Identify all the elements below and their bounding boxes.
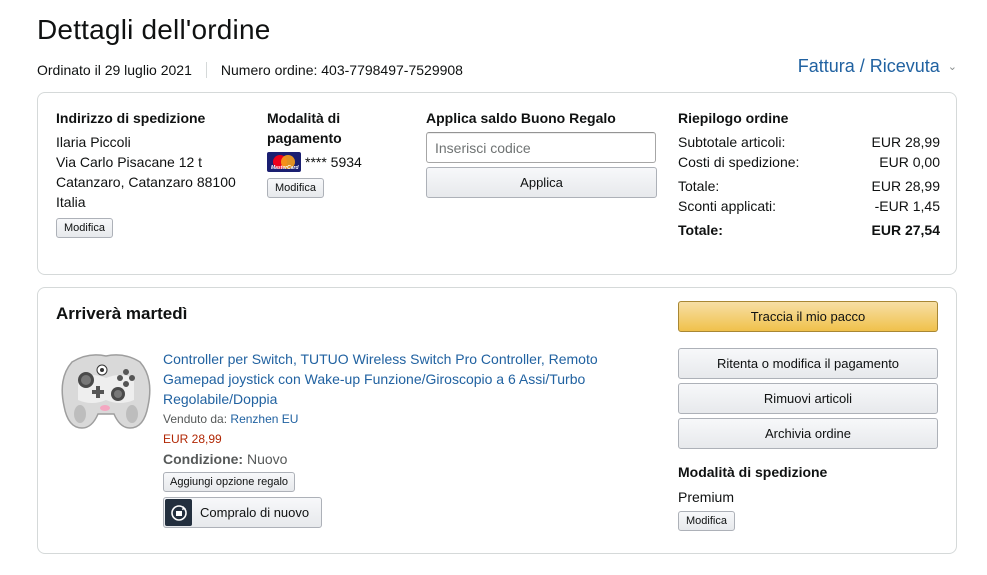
gift-card-heading: Applica saldo Buono Regalo bbox=[426, 110, 616, 126]
edit-shipping-button[interactable]: Modifica bbox=[678, 511, 735, 531]
order-info-box: Indirizzo di spedizione Ilaria Piccoli V… bbox=[37, 92, 957, 275]
order-summary-section: Riepilogo ordine Subtotale articoli: EUR… bbox=[678, 108, 940, 240]
invoice-link-label[interactable]: Fattura / Ricevuta bbox=[798, 56, 940, 77]
invoice-dropdown[interactable]: Fattura / Ricevuta ⌄ bbox=[798, 56, 957, 77]
mastercard-icon: MasterCard bbox=[267, 152, 301, 172]
summary-value: -EUR 1,45 bbox=[874, 198, 940, 214]
product-title-link[interactable]: Controller per Switch, TUTUO Wireless Sw… bbox=[163, 349, 623, 409]
archive-order-button[interactable]: Archivia ordine bbox=[678, 418, 938, 449]
delivery-estimate: Arriverà martedì bbox=[56, 304, 188, 323]
gift-code-input[interactable] bbox=[426, 132, 656, 163]
product-price: EUR 28,99 bbox=[163, 432, 222, 446]
summary-value: EUR 28,99 bbox=[871, 134, 940, 150]
shipping-address-section: Indirizzo di spedizione Ilaria Piccoli V… bbox=[56, 108, 246, 238]
condition-label: Condizione: bbox=[163, 451, 244, 467]
product-condition: Condizione: Nuovo bbox=[163, 450, 623, 469]
payment-card-row: MasterCard **** 5934 bbox=[267, 152, 397, 172]
product-info: Controller per Switch, TUTUO Wireless Sw… bbox=[163, 349, 623, 528]
buy-again-button[interactable]: Compralo di nuovo bbox=[163, 497, 322, 528]
summary-label: Subtotale articoli: bbox=[678, 134, 786, 150]
address-line: Ilaria Piccoli bbox=[56, 134, 131, 150]
retry-payment-button[interactable]: Ritenta o modifica il pagamento bbox=[678, 348, 938, 379]
summary-row: Subtotale articoli: EUR 28,99 bbox=[678, 132, 940, 152]
card-last-digits: **** 5934 bbox=[305, 154, 362, 170]
seller-info: Venduto da: Renzhen EU bbox=[163, 410, 623, 428]
edit-address-button[interactable]: Modifica bbox=[56, 218, 113, 238]
seller-link[interactable]: Renzhen EU bbox=[230, 412, 298, 426]
address-line: Catanzaro, Catanzaro 88100 bbox=[56, 174, 236, 190]
shipping-method-value: Premium bbox=[678, 489, 735, 505]
edit-payment-button[interactable]: Modifica bbox=[267, 178, 324, 198]
grand-total-label: Totale: bbox=[678, 222, 723, 238]
add-gift-option-button[interactable]: Aggiungi opzione regalo bbox=[163, 472, 296, 492]
summary-row: Costi di spedizione: EUR 0,00 bbox=[678, 152, 940, 172]
condition-value: Nuovo bbox=[247, 451, 288, 467]
page-title: Dettagli dell'ordine bbox=[37, 14, 271, 45]
order-summary-heading: Riepilogo ordine bbox=[678, 110, 789, 126]
payment-method-heading: Modalità di pagamento bbox=[267, 110, 342, 146]
order-date: Ordinato il 29 luglio 2021 bbox=[37, 62, 192, 78]
order-meta: Ordinato il 29 luglio 2021 Numero ordine… bbox=[37, 62, 463, 78]
shipment-box: Arriverà martedì Controller per Switch, … bbox=[37, 287, 957, 554]
buy-again-label[interactable]: Compralo di nuovo bbox=[200, 503, 309, 523]
summary-label: Totale: bbox=[678, 178, 720, 194]
address-line: Italia bbox=[56, 194, 86, 210]
order-number: Numero ordine: 403-7798497-7529908 bbox=[220, 62, 463, 78]
shipping-method-heading: Modalità di spedizione bbox=[678, 464, 828, 480]
summary-row: Totale: EUR 28,99 bbox=[678, 176, 940, 196]
product-image[interactable] bbox=[58, 348, 154, 440]
shipping-address-heading: Indirizzo di spedizione bbox=[56, 110, 206, 126]
sold-by-label: Venduto da: bbox=[163, 412, 228, 426]
summary-label: Sconti applicati: bbox=[678, 198, 777, 214]
meta-divider bbox=[205, 62, 207, 78]
summary-row: Sconti applicati: -EUR 1,45 bbox=[678, 196, 940, 216]
summary-value: EUR 0,00 bbox=[879, 154, 940, 170]
chevron-down-icon[interactable]: ⌄ bbox=[948, 60, 957, 73]
track-package-button[interactable]: Traccia il mio pacco bbox=[678, 301, 938, 332]
summary-value: EUR 28,99 bbox=[871, 178, 940, 194]
grand-total-value: EUR 27,54 bbox=[871, 222, 940, 238]
gift-card-section: Applica saldo Buono Regalo Applica bbox=[426, 108, 658, 198]
shipment-actions: Traccia il mio pacco Ritenta o modifica … bbox=[678, 301, 938, 531]
apply-gift-button[interactable]: Applica bbox=[426, 167, 657, 198]
summary-label: Costi di spedizione: bbox=[678, 154, 800, 170]
address-line: Via Carlo Pisacane 12 t bbox=[56, 154, 203, 170]
buy-again-icon bbox=[165, 499, 192, 526]
payment-method-section: Modalità di pagamento MasterCard **** 59… bbox=[267, 108, 397, 198]
remove-items-button[interactable]: Rimuovi articoli bbox=[678, 383, 938, 414]
grand-total-row: Totale: EUR 27,54 bbox=[678, 220, 940, 240]
